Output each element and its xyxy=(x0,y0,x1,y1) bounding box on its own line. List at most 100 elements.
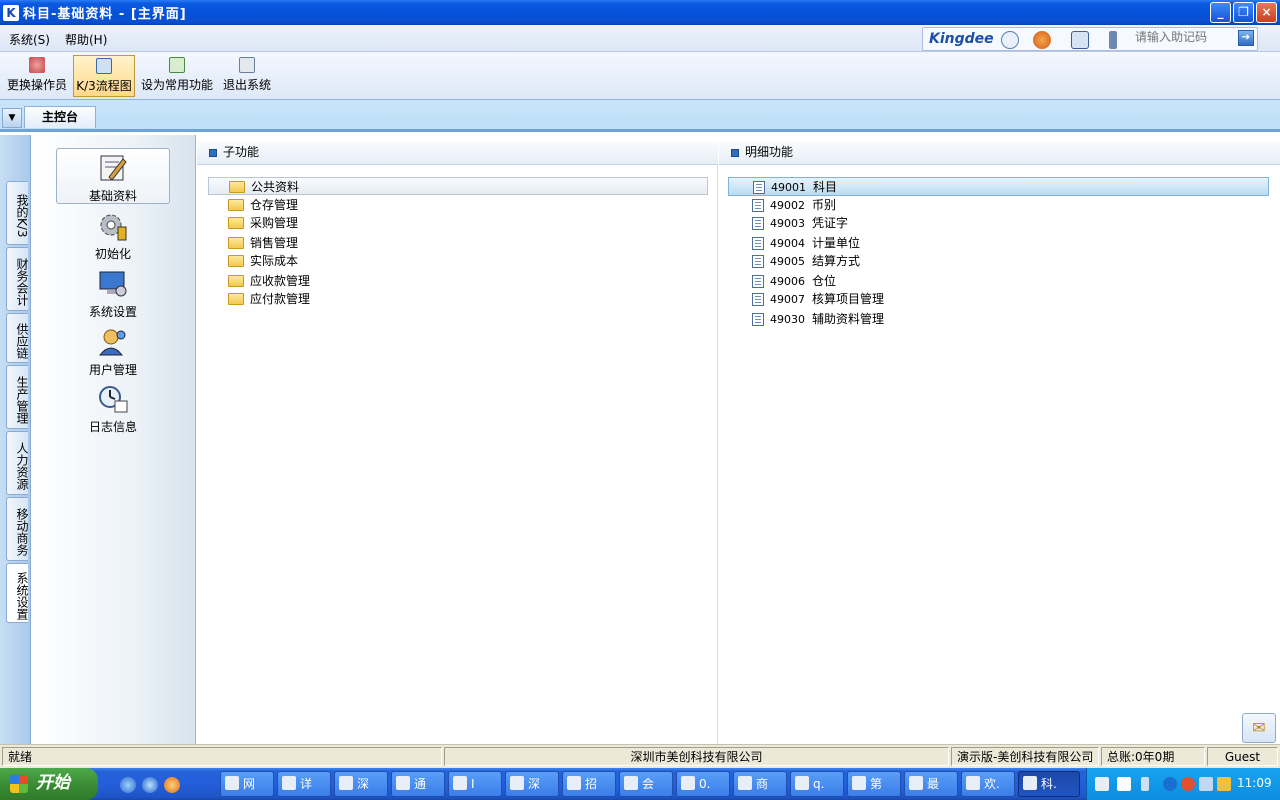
detail-item[interactable]: 49003 凭证字 xyxy=(728,214,1269,233)
vtab-mobile[interactable]: 移动商务 xyxy=(6,497,29,561)
k3-flowchart-button[interactable]: K/3流程图 xyxy=(73,55,135,97)
vtab-system-settings[interactable]: 系统设置 xyxy=(6,563,29,623)
taskbar-window[interactable]: 最 xyxy=(904,771,958,797)
taskbar-window[interactable]: 深 xyxy=(505,771,559,797)
folder-item[interactable]: 应收款管理 xyxy=(208,272,708,290)
keyboard-icon[interactable] xyxy=(1095,777,1109,791)
window-icon xyxy=(396,776,410,790)
vtab-hr[interactable]: 人力资源 xyxy=(6,431,29,495)
vtab-supply-chain[interactable]: 供应链 xyxy=(6,313,29,363)
detail-item[interactable]: 49007 核算项目管理 xyxy=(728,290,1269,309)
nav-system-settings[interactable]: 系统设置 xyxy=(56,265,170,321)
restore-button[interactable]: ❐ xyxy=(1233,2,1254,23)
nav-initialization-label: 初始化 xyxy=(94,247,131,261)
browser-icon[interactable] xyxy=(164,777,180,793)
help-icon[interactable] xyxy=(1117,777,1131,791)
folder-label: 销售管理 xyxy=(250,236,299,250)
sub-functions-header: 子功能 xyxy=(197,141,718,165)
header-bullet-icon xyxy=(209,148,217,157)
taskbar-window-label: 0. xyxy=(699,777,711,791)
chevron-down-icon[interactable]: ▼ xyxy=(2,108,22,128)
nav-log-info[interactable]: 日志信息 xyxy=(56,380,170,436)
folder-icon xyxy=(228,199,244,211)
minimize-button[interactable]: _ xyxy=(1210,2,1231,23)
taskbar-window-label: 欢. xyxy=(984,777,1000,791)
sub-functions-title: 子功能 xyxy=(223,145,260,159)
detail-item[interactable]: 49002 币别 xyxy=(728,196,1269,215)
taskbar-window[interactable]: 会 xyxy=(619,771,673,797)
nav-user-management[interactable]: 用户管理 xyxy=(56,323,170,379)
flowchart-icon xyxy=(96,58,112,74)
detail-item[interactable]: 49006 仓位 xyxy=(728,272,1269,291)
network-icon[interactable] xyxy=(1141,777,1149,791)
document-icon xyxy=(752,237,764,250)
folder-item[interactable]: 应付款管理 xyxy=(208,290,708,308)
go-arrow-icon[interactable]: ➔ xyxy=(1238,30,1254,46)
vtab-my-k3[interactable]: 我的K/3 xyxy=(6,181,29,245)
document-icon xyxy=(752,199,764,212)
taskbar-window[interactable]: 第 xyxy=(847,771,901,797)
folder-item[interactable]: 公共资料 xyxy=(208,177,708,195)
detail-name: 科目 xyxy=(813,180,838,194)
taskbar-window-active[interactable]: 科. xyxy=(1018,771,1080,797)
nav-initialization[interactable]: 初始化 xyxy=(56,207,170,263)
vtab-production[interactable]: 生产管理 xyxy=(6,365,29,429)
detail-item[interactable]: 49005 结算方式 xyxy=(728,252,1269,271)
module-vertical-tabs: 我的K/3 财务会计 供应链 生产管理 人力资源 移动商务 系统设置 xyxy=(0,135,30,744)
antivirus-icon[interactable] xyxy=(1181,777,1195,791)
close-button[interactable]: × xyxy=(1256,2,1277,23)
folder-item[interactable]: 仓存管理 xyxy=(208,196,708,214)
internet-explorer-icon[interactable] xyxy=(142,777,158,793)
change-operator-button[interactable]: 更换操作员 xyxy=(4,55,70,97)
set-favorite-label: 设为常用功能 xyxy=(140,78,213,92)
taskbar-window[interactable]: 网 xyxy=(220,771,274,797)
mobile-icon[interactable] xyxy=(1109,31,1117,49)
k3-flowchart-label: K/3流程图 xyxy=(76,79,132,93)
update-icon[interactable] xyxy=(1217,777,1231,791)
volume-icon[interactable] xyxy=(1199,777,1213,791)
window-icon xyxy=(852,776,866,790)
menu-system[interactable]: 系统(S) xyxy=(6,29,53,50)
folder-item[interactable]: 销售管理 xyxy=(208,234,708,252)
start-button[interactable]: 开始 xyxy=(0,768,98,800)
taskbar-window[interactable]: 通 xyxy=(391,771,445,797)
header-bullet-icon xyxy=(731,148,739,157)
nav-basic-data[interactable]: 基础资料 xyxy=(56,148,170,204)
show-desktop-icon[interactable] xyxy=(120,777,136,793)
tab-main-console[interactable]: 主控台 xyxy=(24,106,96,128)
message-envelope-icon[interactable]: ✉ xyxy=(1242,713,1276,743)
detail-name: 币别 xyxy=(812,198,837,212)
taskbar-window[interactable]: 深 xyxy=(334,771,388,797)
detail-item[interactable]: 49001 科目 xyxy=(728,177,1269,196)
detail-name: 结算方式 xyxy=(812,254,861,268)
community-icon[interactable] xyxy=(1001,31,1019,49)
status-bar: 就绪 深圳市美创科技有限公司 演示版-美创科技有限公司 总账:0年0期 Gues… xyxy=(0,744,1280,768)
menu-bar: 系统(S) 帮助(H) Kingdee xyxy=(0,25,1280,52)
taskbar-window[interactable]: 欢. xyxy=(961,771,1015,797)
service-icon[interactable] xyxy=(1033,31,1051,49)
taskbar-window[interactable]: 商 xyxy=(733,771,787,797)
window-icon xyxy=(225,776,239,790)
detail-name: 计量单位 xyxy=(812,236,861,250)
taskbar-window[interactable]: q. xyxy=(790,771,844,797)
folder-item[interactable]: 采购管理 xyxy=(208,214,708,232)
security-icon[interactable] xyxy=(1163,777,1177,791)
folder-item[interactable]: 实际成本 xyxy=(208,252,708,270)
favorite-icon xyxy=(169,57,185,73)
detail-functions-title: 明细功能 xyxy=(745,145,794,159)
vtab-finance[interactable]: 财务会计 xyxy=(6,247,29,311)
status-ledger-period: 总账:0年0期 xyxy=(1101,747,1205,766)
exit-system-button[interactable]: 退出系统 xyxy=(220,55,274,97)
taskbar-window[interactable]: 详 xyxy=(277,771,331,797)
support-icon[interactable] xyxy=(1071,31,1089,49)
detail-item[interactable]: 49030 辅助资料管理 xyxy=(728,310,1269,329)
taskbar-window[interactable]: 招 xyxy=(562,771,616,797)
taskbar-window[interactable]: 0. xyxy=(676,771,730,797)
help-code-input[interactable] xyxy=(1135,27,1235,47)
taskbar-window[interactable]: I xyxy=(448,771,502,797)
folder-icon xyxy=(228,237,244,249)
detail-code: 49005 xyxy=(770,255,805,268)
menu-help[interactable]: 帮助(H) xyxy=(62,29,110,50)
detail-item[interactable]: 49004 计量单位 xyxy=(728,234,1269,253)
set-favorite-button[interactable]: 设为常用功能 xyxy=(139,55,215,97)
